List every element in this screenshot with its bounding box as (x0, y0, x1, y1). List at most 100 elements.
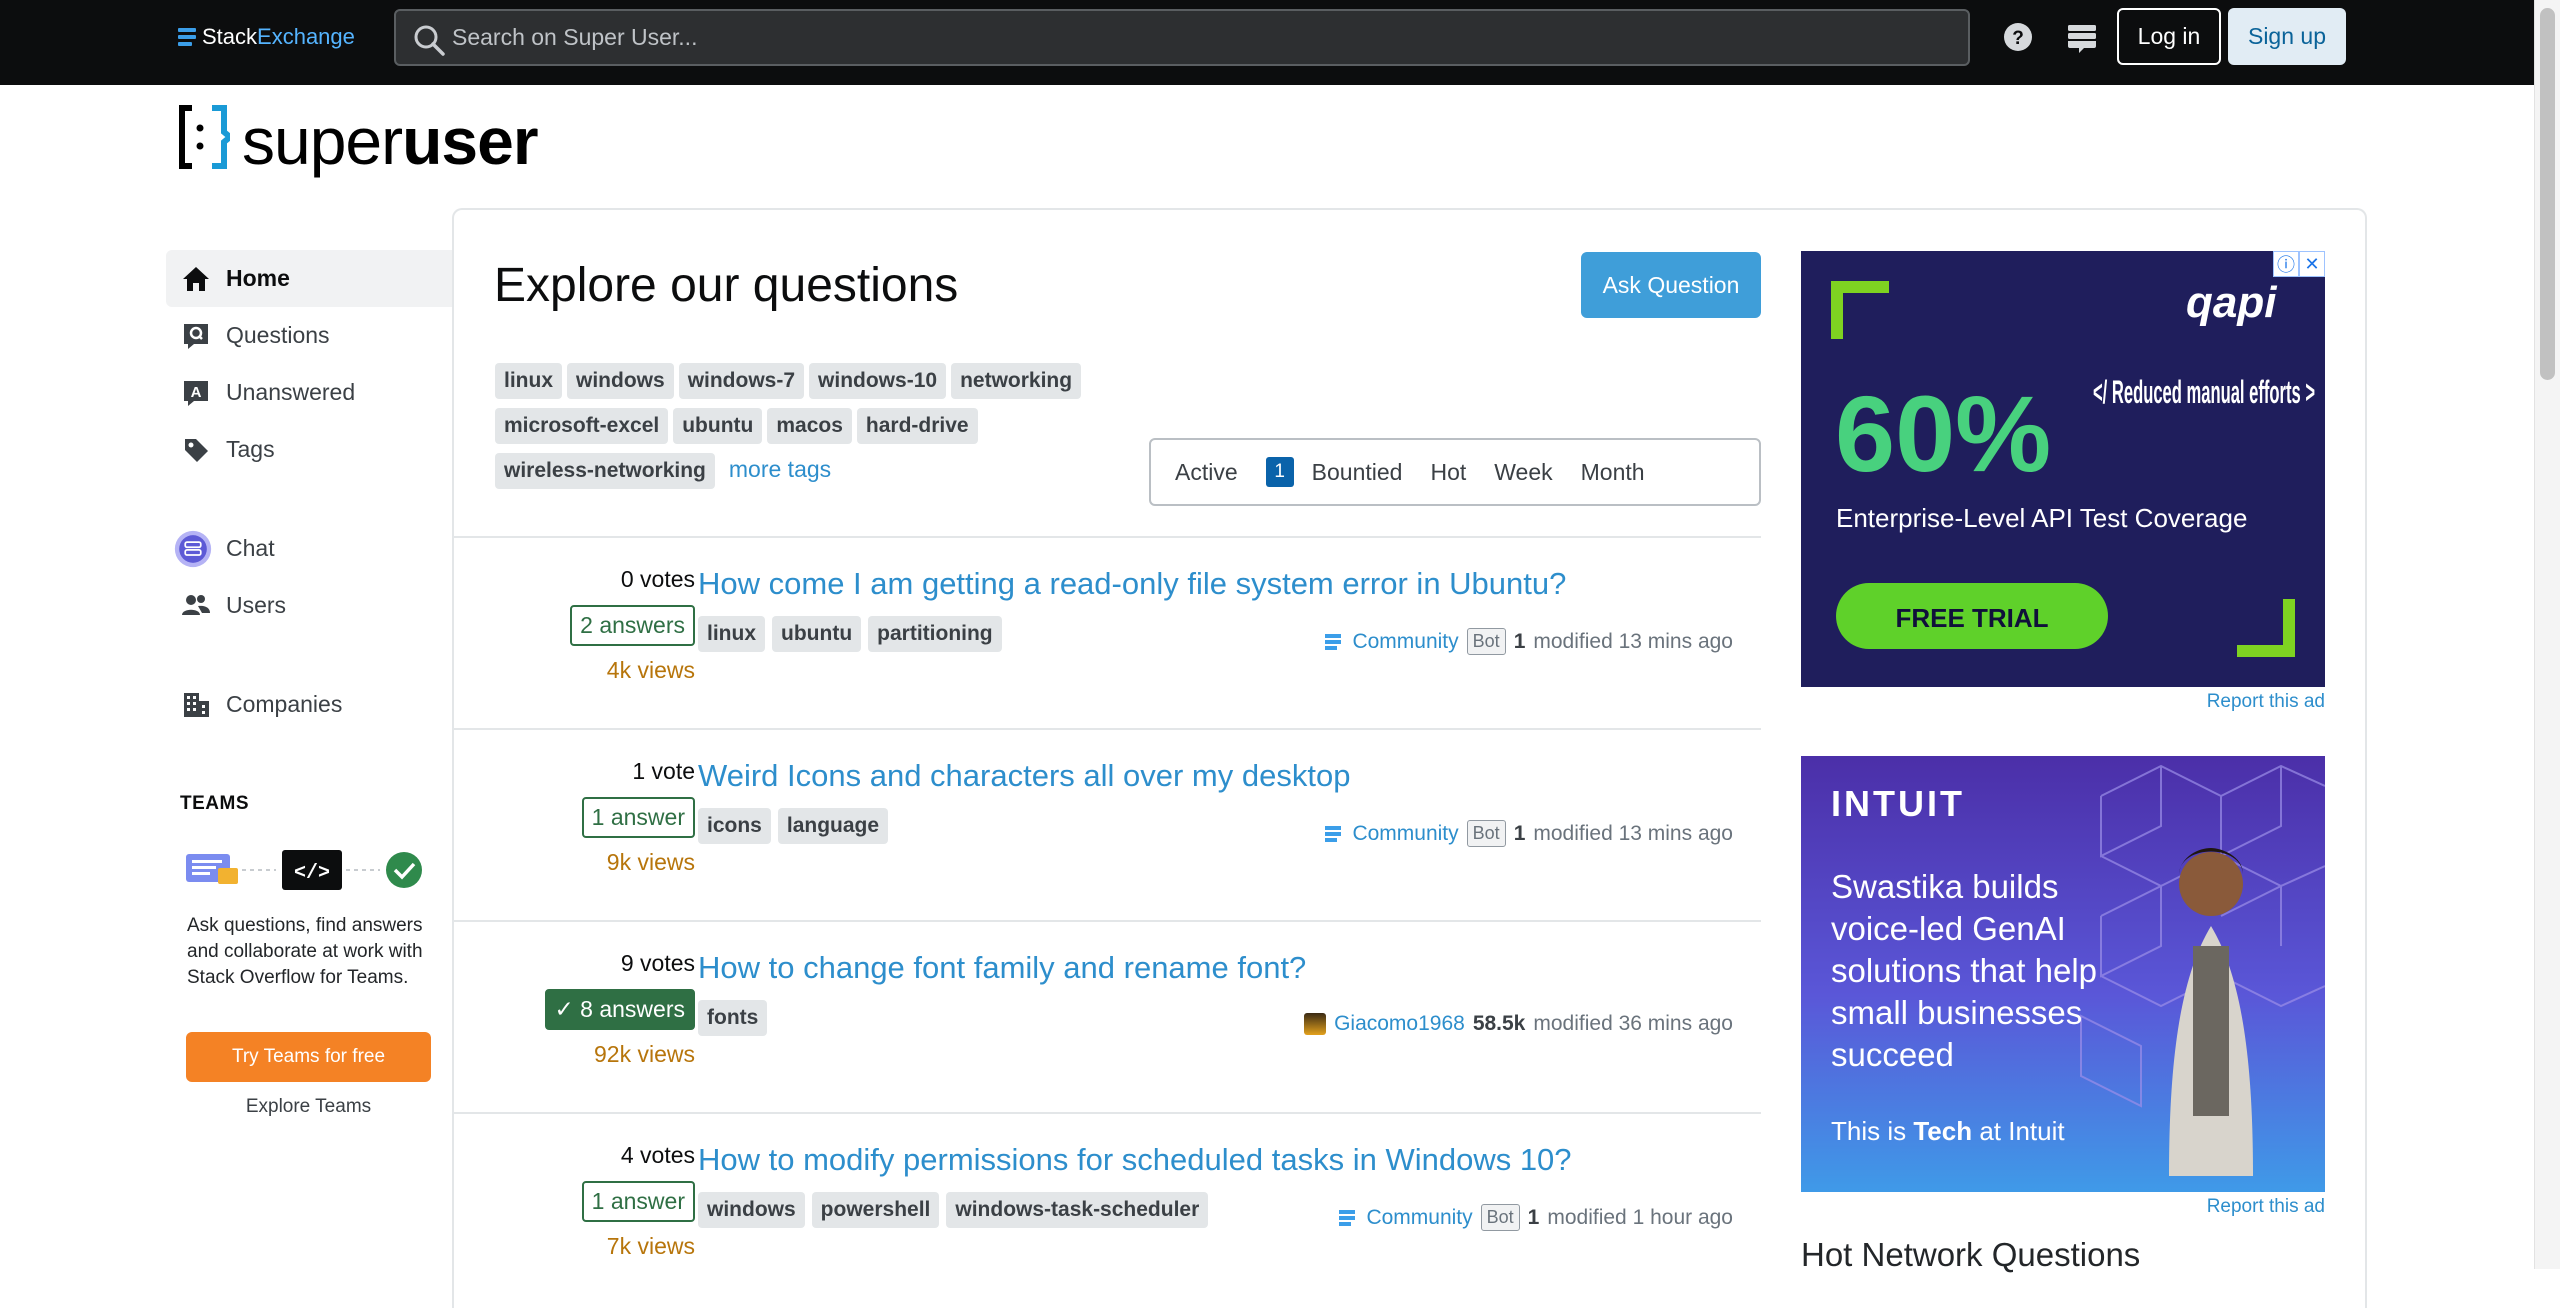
question-summary: 0 votes 2 answers 4k views How come I am… (454, 536, 1761, 728)
vote-count: 1 vote (632, 758, 695, 784)
question-title-link[interactable]: Weird Icons and characters all over my d… (698, 758, 1350, 794)
tag-ubuntu[interactable]: ubuntu (772, 616, 862, 652)
sidebar-item-companies[interactable]: Companies (166, 676, 452, 733)
question-title-link[interactable]: How to change font family and rename fon… (698, 950, 1306, 986)
check-icon: ✓ (554, 996, 581, 1022)
chat-icon (174, 530, 212, 567)
modified-time[interactable]: modified 1 hour ago (1547, 1206, 1733, 1230)
sidebar-item-users[interactable]: Users (166, 577, 452, 634)
tab-hot[interactable]: Hot (1416, 440, 1480, 504)
tag-fonts[interactable]: fonts (698, 1000, 768, 1036)
ad-intuit-brand: INTUIT (1831, 783, 1965, 824)
tag-windows-10[interactable]: windows-10 (809, 363, 947, 399)
search-box[interactable] (394, 9, 1970, 66)
ad-choices[interactable]: ⓘ ✕ (2273, 251, 2325, 277)
view-count: 7k views (606, 1233, 695, 1259)
user-link[interactable]: Community (1366, 1206, 1472, 1230)
question-title-link[interactable]: How to modify permissions for scheduled … (698, 1142, 1572, 1178)
tag-partitioning[interactable]: partitioning (868, 616, 1002, 652)
tag-microsoft-excel[interactable]: microsoft-excel (495, 408, 669, 444)
tab-month[interactable]: Month (1567, 440, 1659, 504)
ad-info-icon[interactable]: ⓘ (2273, 251, 2299, 277)
companies-icon (184, 692, 209, 717)
question-meta: Community Bot 1 modified 13 mins ago (1322, 628, 1733, 655)
tag-ubuntu[interactable]: ubuntu (673, 408, 763, 444)
svg-text:?: ? (2012, 28, 2024, 49)
sidebar-item-chat[interactable]: Chat (166, 520, 452, 577)
tag-linux[interactable]: linux (698, 616, 766, 652)
help-icon[interactable]: ? (2001, 20, 2035, 54)
unanswered-icon: A (184, 380, 208, 406)
sidebar-item-home[interactable]: Home (166, 250, 452, 307)
site-switcher-icon[interactable] (2065, 20, 2099, 54)
tag-wireless-networking[interactable]: wireless-networking (495, 453, 715, 489)
ad-close-icon[interactable]: ✕ (2299, 251, 2325, 277)
sidebar-item-unanswered[interactable]: A Unanswered (166, 364, 452, 421)
community-avatar-icon (1325, 633, 1342, 650)
modified-time[interactable]: modified 13 mins ago (1533, 822, 1733, 846)
bot-badge: Bot (1466, 820, 1506, 847)
reputation: 58.5k (1472, 1012, 1526, 1035)
page-title: Explore our questions (494, 259, 959, 312)
tab-active[interactable]: Active (1161, 440, 1252, 504)
tag-windows[interactable]: windows (567, 363, 674, 399)
stackexchange-logo[interactable]: Stack Exchange (178, 20, 355, 54)
report-ad-link[interactable]: Report this ad (2207, 691, 2325, 713)
vote-count: 4 votes (620, 1142, 695, 1168)
tab-week[interactable]: Week (1480, 440, 1566, 504)
answer-count: 1 answer (581, 1181, 695, 1222)
sidebar-item-label: Unanswered (226, 379, 356, 405)
tag-linux[interactable]: linux (495, 363, 563, 399)
stackexchange-mark-icon (178, 28, 196, 46)
user-link[interactable]: Community (1352, 822, 1458, 846)
tag-windows-7[interactable]: windows-7 (678, 363, 805, 399)
try-teams-button[interactable]: Try Teams for free (186, 1032, 431, 1082)
search-input[interactable] (452, 11, 1952, 64)
report-ad-link[interactable]: Report this ad (2207, 1196, 2325, 1218)
ad-qapi-tagline: </ Reduced manual efforts > (2093, 374, 2315, 410)
modified-time[interactable]: modified 36 mins ago (1533, 1012, 1733, 1036)
tag-hard-drive[interactable]: hard-drive (856, 408, 978, 444)
tag-language[interactable]: language (777, 808, 889, 844)
explore-teams-link[interactable]: Explore Teams (186, 1096, 431, 1118)
advertisement-qapi[interactable]: qapi 60% </ Reduced manual efforts > Ent… (1801, 251, 2325, 687)
left-sidebar: Home Questions A Unanswered Tags Chat Us… (166, 250, 452, 733)
question-meta: Giacomo1968 58.5k modified 36 mins ago (1304, 1012, 1733, 1036)
more-tags-link[interactable]: more tags (729, 456, 831, 483)
tag-icons[interactable]: icons (698, 808, 771, 844)
tab-bountied[interactable]: 1 Bountied (1252, 440, 1417, 504)
tag-windows[interactable]: windows (698, 1192, 805, 1228)
ask-question-button[interactable]: Ask Question (1581, 252, 1761, 318)
login-button[interactable]: Log in (2117, 8, 2221, 65)
question-meta: Community Bot 1 modified 1 hour ago (1336, 1204, 1733, 1231)
advertisement-intuit[interactable]: INTUIT Swastika builds voice-led GenAI s… (1801, 756, 2325, 1192)
tag-windows-task-scheduler[interactable]: windows-task-scheduler (946, 1192, 1209, 1228)
scrollbar-thumb[interactable] (2540, 8, 2555, 380)
view-count: 92k views (594, 1041, 695, 1067)
tag-macos[interactable]: macos (767, 408, 852, 444)
sidebar-item-tags[interactable]: Tags (166, 421, 452, 478)
community-avatar-icon (1339, 1209, 1356, 1226)
user-link[interactable]: Community (1352, 630, 1458, 654)
tag-powershell[interactable]: powershell (811, 1192, 940, 1228)
superuser-logo[interactable]: superuser (178, 104, 539, 174)
question-title-link[interactable]: How come I am getting a read-only file s… (698, 566, 1566, 602)
signup-button[interactable]: Sign up (2228, 8, 2346, 65)
reputation: 1 (1513, 821, 1526, 845)
page-scrollbar[interactable] (2534, 0, 2560, 1269)
user-link[interactable]: Giacomo1968 (1334, 1012, 1465, 1036)
question-summary: 9 votes ✓ 8 answers 92k views How to cha… (454, 920, 1761, 1112)
sidebar-item-questions[interactable]: Questions (166, 307, 452, 364)
bot-badge: Bot (1466, 628, 1506, 655)
ad-qapi-subline: Enterprise-Level API Test Coverage (1836, 503, 2247, 533)
teams-illustration-icon: </> (186, 850, 422, 890)
popular-tags: linux windows windows-7 windows-10 networkin… (495, 363, 1195, 498)
tag-networking[interactable]: networking (951, 363, 1082, 399)
sidebar-item-label: Home (226, 265, 290, 291)
question-tags: linux ubuntu partitioning (698, 616, 1009, 661)
search-icon (414, 25, 445, 56)
ad-intuit-line-1: Swastika builds (1831, 868, 2058, 905)
reputation: 1 (1513, 629, 1526, 653)
modified-time[interactable]: modified 13 mins ago (1533, 630, 1733, 654)
